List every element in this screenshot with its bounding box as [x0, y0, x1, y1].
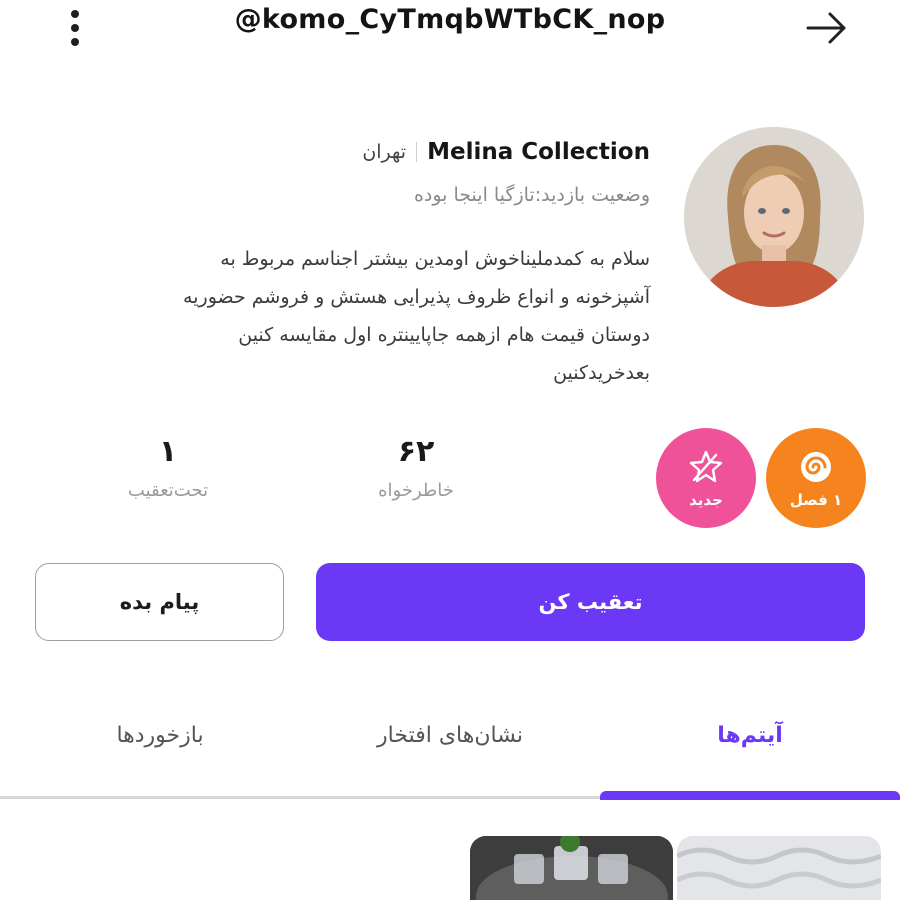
divider [416, 142, 418, 162]
following-label: تحت‌تعقیب [127, 480, 209, 501]
arrow-right-icon[interactable] [804, 8, 850, 48]
tab-feedback[interactable]: بازخوردها [70, 710, 250, 760]
profile-name-row: تهران Melina Collection [362, 134, 650, 170]
profile-tabs: آیتم‌ها نشان‌های افتخار بازخوردها [0, 690, 900, 800]
follow-button[interactable]: تعقیب کن [316, 563, 865, 641]
profile-avatar[interactable] [684, 127, 864, 307]
profile-city: تهران [362, 141, 407, 163]
bio-line: دوستان قیمت هام ازهمه جاپایینتره اول مقا… [238, 324, 650, 346]
tab-badges[interactable]: نشان‌های افتخار [340, 710, 560, 760]
likes-label: خاطرخواه [378, 480, 454, 501]
star-sparkle-icon [689, 450, 723, 483]
top-bar: @komo_CyTmqbWTbCK_nop [0, 0, 900, 56]
profile-username: @komo_CyTmqbWTbCK_nop [234, 4, 666, 35]
item-thumbnail[interactable] [470, 836, 673, 900]
spiral-icon [801, 452, 831, 482]
message-button[interactable]: پیام بده [35, 563, 284, 641]
kebab-dot [71, 24, 79, 32]
kebab-dot [71, 38, 79, 46]
item-thumbnail[interactable] [677, 836, 881, 900]
kebab-dot [71, 10, 79, 18]
active-tab-indicator [600, 791, 900, 800]
bio-line: آشپزخونه و انواع ظروف پذیرایی هستش و فرو… [183, 286, 650, 308]
stat-following[interactable]: ۱ تحت‌تعقیب [78, 432, 258, 501]
following-count: ۱ [158, 434, 178, 469]
more-options-icon[interactable] [62, 8, 88, 48]
shop-name: Melina Collection [427, 139, 650, 165]
bio-line: سلام به کمدملیناخوش اومدین بیشتر اجناسم … [220, 248, 650, 270]
tab-items[interactable]: آیتم‌ها [660, 710, 840, 760]
likes-count: ۶۲ [397, 434, 435, 469]
stat-likes[interactable]: ۶۲ خاطرخواه [326, 432, 506, 501]
badge-new-label: جدید [689, 491, 723, 509]
visit-status: وضعیت بازدید:تازگیا اینجا بوده [413, 184, 650, 206]
badge-season-label: ۱ فصل [789, 491, 843, 509]
badge-season[interactable]: ۱ فصل [766, 428, 866, 528]
badge-new[interactable]: جدید [656, 428, 756, 528]
bio-line: بعدخریدکنین [553, 362, 650, 384]
profile-bio: سلام به کمدملیناخوش اومدین بیشتر اجناسم … [60, 240, 650, 392]
